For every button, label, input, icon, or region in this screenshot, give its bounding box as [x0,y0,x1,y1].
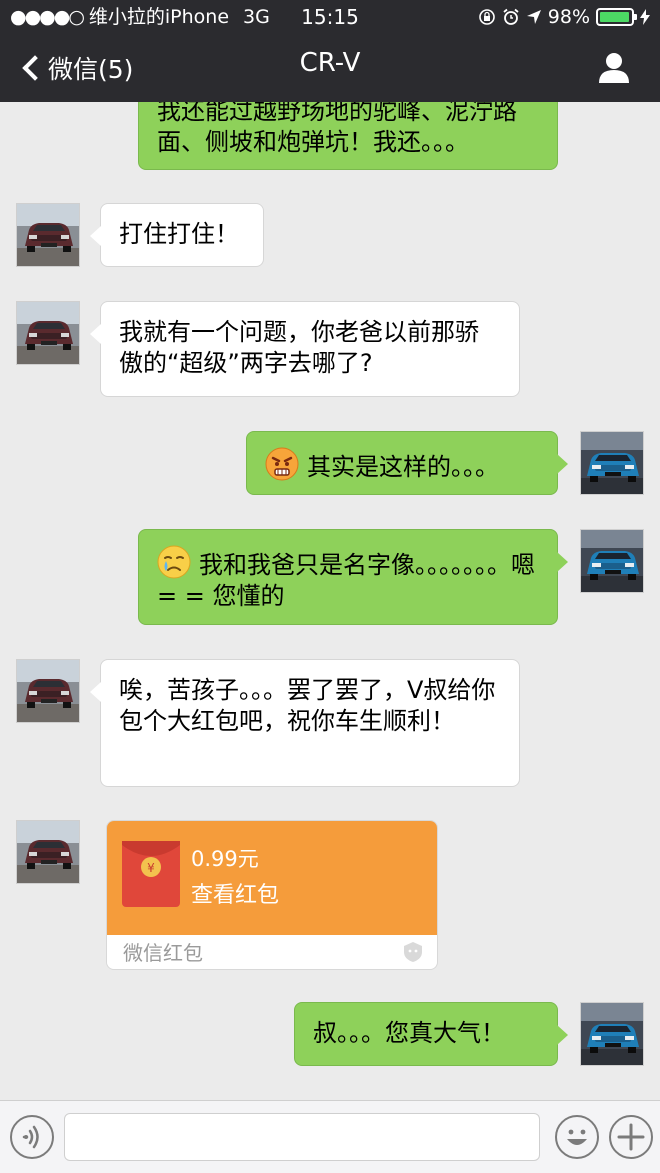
my-avatar[interactable] [580,529,644,593]
smiley-icon [567,1129,587,1145]
red-packet-amount: 0.99元 [191,847,259,871]
red-packet-label: 微信红包 [123,941,203,965]
car-photo-icon [581,432,643,494]
message-input[interactable] [64,1113,540,1161]
message-bubble-incoming[interactable]: 打住打住！ [90,203,264,267]
message-list[interactable]: 我还能过越野场地的驼峰、泥泞路面、侧坡和炮弹坑！我还。。。 打住打住！ 我就有一… [0,102,660,1100]
red-packet-action: 查看红包 [191,883,280,908]
car-photo-icon [581,1003,643,1065]
message-text: 唉，苦孩子。。。罢了罢了，V叔给你包个大红包吧，祝你车生顺利！ [119,676,496,735]
battery-icon [596,8,637,26]
input-bar [0,1100,660,1173]
red-packet-footer: 微信红包 [107,935,437,969]
crying-face-emoji [157,545,191,579]
car-photo-icon [17,302,79,364]
message-bubble-outgoing[interactable]: 我还能过越野场地的驼峰、泥泞路面、侧坡和炮弹坑！我还。。。 [138,102,558,170]
battery-level [600,12,630,22]
status-bar: ●●●●○ 维小拉的iPhone 3G 15:15 98% [0,0,660,34]
nav-bar: 微信(5) CR-V [0,34,660,102]
message-bubble-outgoing[interactable]: 叔。。。您真大气！ [294,1002,568,1066]
person-icon [599,53,629,83]
chat-title: CR-V [299,48,361,78]
car-photo-icon [17,660,79,722]
alarm-icon [502,8,520,26]
message-bubble-incoming[interactable]: 唉，苦孩子。。。罢了罢了，V叔给你包个大红包吧，祝你车生顺利！ [90,659,520,787]
voice-button[interactable] [10,1115,54,1159]
my-avatar[interactable] [580,1002,644,1066]
message-text: 叔。。。您真大气！ [313,1019,505,1047]
chat-info-button[interactable] [596,50,632,86]
rotation-lock-icon [478,8,496,26]
location-icon [526,9,542,25]
wechat-logo-icon [404,942,422,962]
car-photo-icon [17,821,79,883]
status-right: 98% [478,0,650,34]
svg-text:¥: ¥ [147,861,155,875]
charging-icon [640,9,650,25]
contact-avatar[interactable] [16,203,80,267]
angry-face-emoji [265,447,299,481]
red-envelope-icon: ¥ [122,841,180,907]
message-bubble-incoming[interactable]: 我就有一个问题，你老爸以前那骄傲的“超级”两字去哪了? [90,301,520,397]
emoji-button[interactable] [555,1115,599,1159]
contact-avatar[interactable] [16,820,80,884]
message-text: 我就有一个问题，你老爸以前那骄傲的“超级”两字去哪了? [119,318,479,377]
battery-percent: 98% [547,6,590,28]
message-text: 我和我爸只是名字像。。。。。。。嗯= = 您懂的 [157,551,535,610]
app-header: ●●●●○ 维小拉的iPhone 3G 15:15 98% 微信(5) CR-V [0,0,660,102]
car-photo-icon [581,530,643,592]
contact-avatar[interactable] [16,301,80,365]
message-bubble-outgoing[interactable]: 其实是这样的。。。 [246,431,568,495]
my-avatar[interactable] [580,431,644,495]
contact-avatar[interactable] [16,659,80,723]
message-bubble-outgoing[interactable]: 我和我爸只是名字像。。。。。。。嗯= = 您懂的 [138,529,568,625]
plus-icon [617,1123,645,1151]
message-text: 我还能过越野场地的驼峰、泥泞路面、侧坡和炮弹坑！我还。。。 [157,102,517,156]
car-photo-icon [17,204,79,266]
red-packet-body: ¥ 0.99元 查看红包 [107,821,437,935]
voice-icon [22,1125,39,1149]
message-text: 其实是这样的。。。 [307,453,499,481]
red-packet-message[interactable]: ¥ 0.99元 查看红包 微信红包 [106,820,438,970]
more-button[interactable] [609,1115,653,1159]
message-text: 打住打住！ [119,220,239,248]
